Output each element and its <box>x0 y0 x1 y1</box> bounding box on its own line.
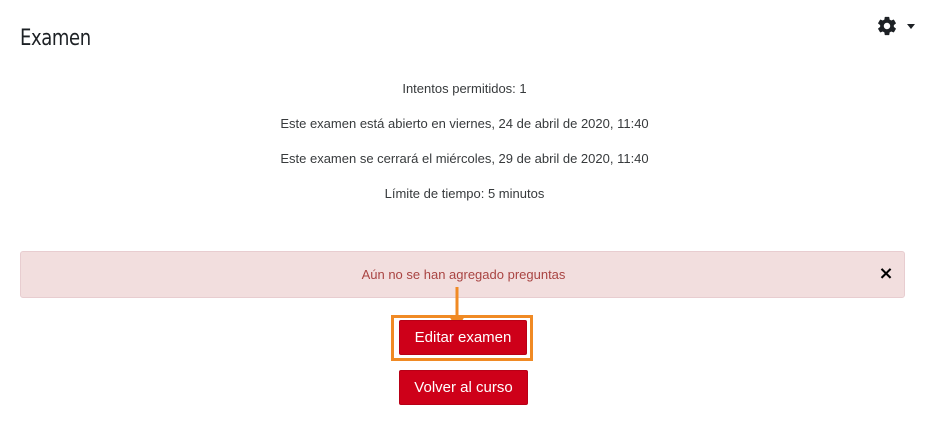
back-to-course-button[interactable]: Volver al curso <box>399 370 528 405</box>
quiz-close-date: Este examen se cerrará el miércoles, 29 … <box>280 151 649 166</box>
alert-message: Aún no se han agregado preguntas <box>361 267 566 282</box>
quiz-open-date: Este examen está abierto en viernes, 24 … <box>280 116 649 131</box>
close-icon[interactable]: × <box>878 263 894 285</box>
page-title: Examen <box>20 26 91 51</box>
edit-quiz-button[interactable]: Editar examen <box>399 320 527 355</box>
caret-down-icon <box>907 23 915 29</box>
gear-icon <box>876 15 898 37</box>
attempts-allowed: Intentos permitidos: 1 <box>402 81 527 96</box>
settings-menu-toggle[interactable] <box>876 14 920 38</box>
time-limit: Límite de tiempo: 5 minutos <box>384 186 545 201</box>
